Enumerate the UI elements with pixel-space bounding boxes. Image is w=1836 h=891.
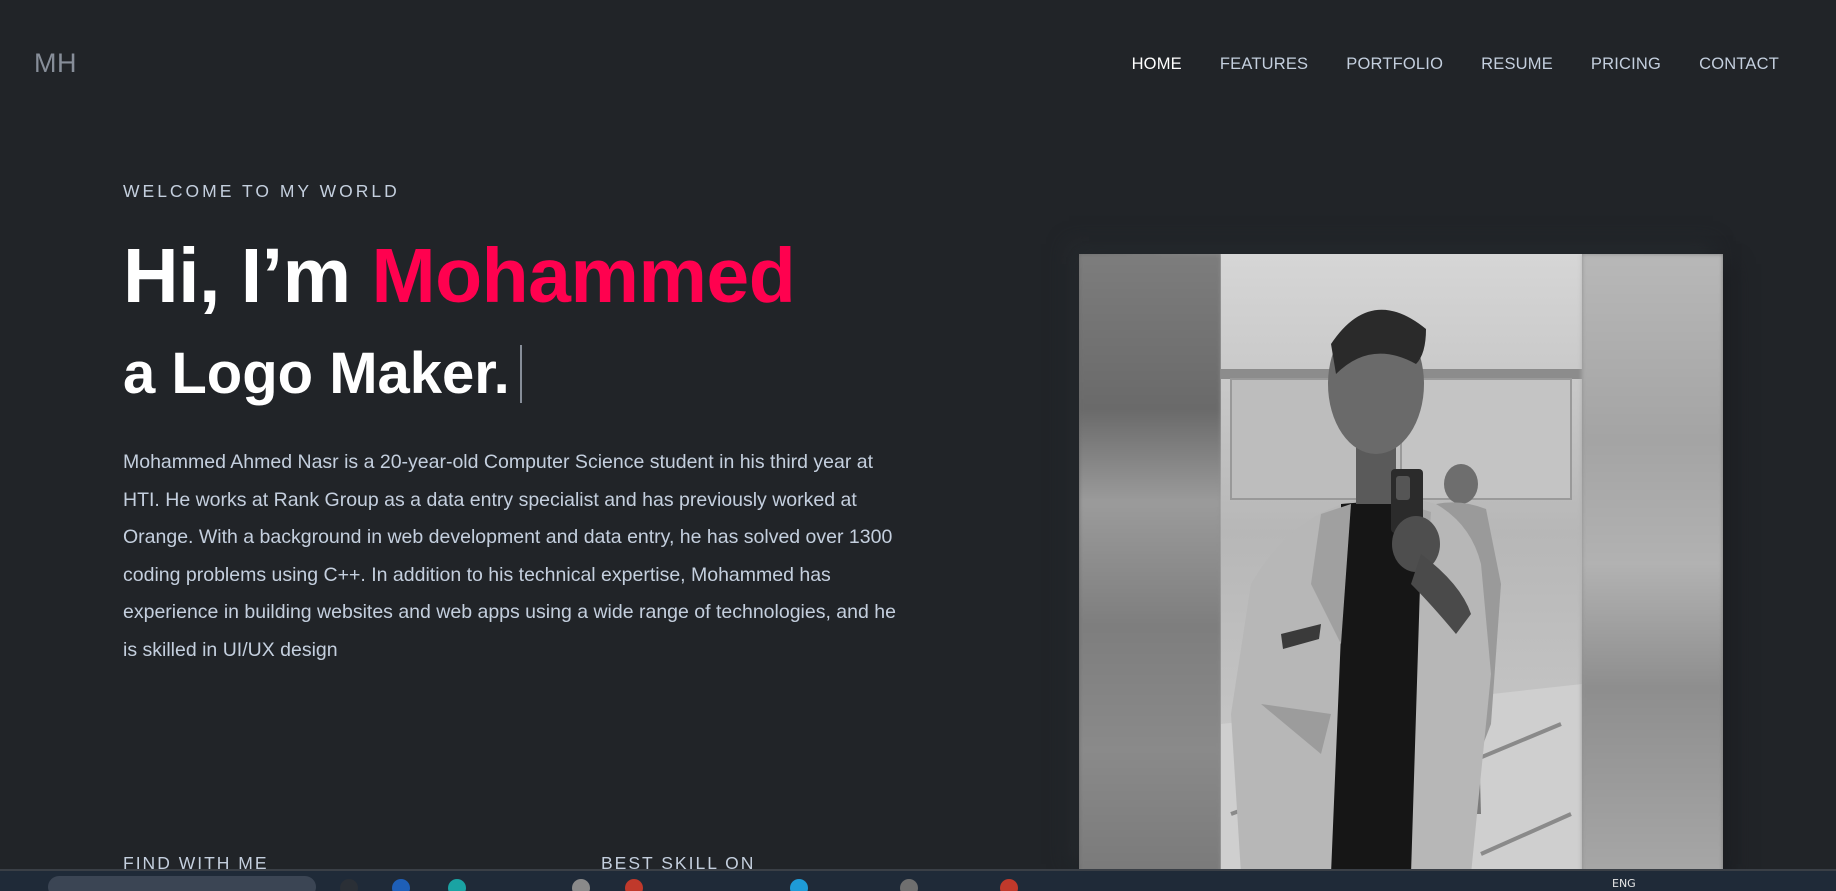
nav-resume[interactable]: RESUME	[1481, 55, 1553, 74]
photo-blur-right	[1582, 254, 1723, 874]
nav-features[interactable]: FEATURES	[1220, 55, 1308, 74]
taskbar-search[interactable]	[48, 876, 316, 891]
person-illustration	[1221, 309, 1582, 874]
nav-portfolio[interactable]: PORTFOLIO	[1346, 55, 1443, 74]
os-taskbar: ENG	[0, 869, 1836, 891]
hero-headline: Hi, I’m Mohammed	[123, 232, 796, 321]
record-icon[interactable]	[1000, 879, 1018, 891]
main-nav: HOME FEATURES PORTFOLIO RESUME PRICING C…	[1132, 55, 1779, 74]
typing-caret	[519, 344, 522, 403]
browser-icon[interactable]	[392, 879, 410, 891]
chrome-icon[interactable]	[448, 879, 466, 891]
site-logo[interactable]: MH	[34, 48, 77, 79]
photo-blur-left	[1079, 254, 1221, 874]
photo-main	[1221, 254, 1582, 874]
page: MH HOME FEATURES PORTFOLIO RESUME PRICIN…	[0, 0, 1836, 891]
welcome-text: WELCOME TO MY WORLD	[123, 181, 400, 201]
hero-name: Mohammed	[371, 233, 796, 319]
taskview-icon[interactable]	[340, 879, 358, 891]
app-icon[interactable]	[625, 879, 643, 891]
nav-pricing[interactable]: PRICING	[1591, 55, 1661, 74]
hero-bio: Mohammed Ahmed Nasr is a 20-year-old Com…	[123, 451, 896, 661]
profile-photo	[1079, 254, 1723, 874]
role-text: a Logo Maker.	[123, 341, 510, 406]
nav-contact[interactable]: CONTACT	[1699, 55, 1779, 74]
hero-role: a Logo Maker.	[123, 340, 522, 407]
tray-language[interactable]: ENG	[1612, 877, 1636, 890]
person-icon[interactable]	[572, 879, 590, 891]
nav-home[interactable]: HOME	[1132, 55, 1182, 74]
telegram-icon[interactable]	[790, 879, 808, 891]
greeting-text: Hi, I’m	[123, 233, 372, 319]
user-icon[interactable]	[900, 879, 918, 891]
